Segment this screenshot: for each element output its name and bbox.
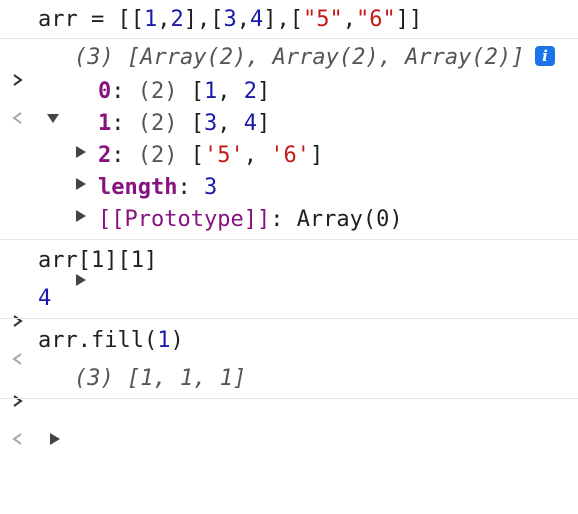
code-text: ],[ bbox=[263, 7, 303, 32]
comma: , bbox=[243, 143, 271, 168]
length-text: length: 3 bbox=[98, 175, 218, 200]
triangle-right-icon[interactable] bbox=[74, 77, 88, 158]
property-key: 2 bbox=[98, 143, 112, 168]
info-icon[interactable]: i bbox=[535, 46, 555, 66]
code-text: ) bbox=[170, 328, 184, 353]
number-literal: 1 bbox=[157, 328, 171, 353]
length-property: length: 3 bbox=[0, 173, 578, 203]
bracket: ] bbox=[257, 79, 271, 104]
property-key: length bbox=[98, 175, 178, 200]
string-value: '5' bbox=[204, 143, 244, 168]
entry-text: 0: (2) [1, 2] bbox=[98, 79, 271, 104]
string-literal: "5" bbox=[302, 7, 343, 32]
bracket: [ bbox=[190, 79, 204, 104]
code-text: , bbox=[236, 7, 250, 32]
array-summary[interactable]: (3) [Array(2), Array(2), Array(2)] bbox=[74, 43, 524, 73]
number-literal: 1 bbox=[143, 7, 158, 32]
number-value: 4 bbox=[243, 111, 257, 136]
comma: , bbox=[217, 79, 244, 104]
console-input-row[interactable]: arr[1][1] bbox=[0, 246, 578, 327]
array-length: (2) bbox=[137, 79, 178, 104]
string-value: '6' bbox=[270, 143, 310, 168]
number-literal: 4 bbox=[249, 7, 264, 32]
triangle-down-icon[interactable] bbox=[46, 43, 60, 123]
chevron-left-icon bbox=[10, 284, 26, 365]
chevron-right-icon bbox=[10, 326, 26, 407]
array-length: (2) bbox=[137, 111, 178, 136]
prototype-value: Array(0) bbox=[296, 207, 403, 232]
triangle-right-icon[interactable] bbox=[74, 109, 88, 190]
chevron-right-icon bbox=[10, 5, 26, 86]
triangle-right-icon[interactable] bbox=[48, 364, 62, 445]
console-output-row[interactable]: (3) [1, 1, 1] bbox=[0, 364, 578, 445]
code-text: ]] bbox=[395, 7, 423, 32]
chevron-left-icon bbox=[10, 364, 26, 445]
array-summary[interactable]: (3) [1, 1, 1] bbox=[74, 364, 246, 394]
number-value: 2 bbox=[243, 79, 257, 104]
console-output-row[interactable]: (3) [Array(2), Array(2), Array(2)] bbox=[0, 43, 578, 124]
code-text: ],[ bbox=[183, 7, 224, 32]
input-code: arr[1][1] bbox=[38, 248, 158, 273]
divider bbox=[0, 239, 578, 240]
number-value: 1 bbox=[204, 79, 218, 104]
code-text: arr.fill( bbox=[38, 328, 158, 353]
console-input-row[interactable]: arr = [[1,2],[3,4],["5","6"]] bbox=[0, 5, 578, 86]
result-value: 4 bbox=[38, 286, 52, 311]
property-key: 0 bbox=[98, 79, 112, 104]
triangle-right-icon[interactable] bbox=[74, 205, 88, 286]
divider bbox=[0, 398, 578, 399]
devtools-console: arr = [[1,2],[3,4],["5","6"]] (3) [Array… bbox=[0, 0, 578, 445]
string-literal: "6" bbox=[355, 7, 396, 32]
prototype-entry[interactable]: [[Prototype]]: Array(0) bbox=[0, 205, 578, 286]
divider bbox=[0, 318, 578, 319]
number-value: 3 bbox=[203, 175, 218, 200]
array-length: (2) bbox=[137, 143, 178, 168]
chevron-left-icon bbox=[10, 43, 26, 124]
divider bbox=[0, 38, 578, 39]
bracket: [ bbox=[190, 111, 204, 136]
chevron-right-icon bbox=[10, 246, 26, 327]
comma: , bbox=[217, 111, 244, 136]
triangle-right-icon[interactable] bbox=[74, 141, 88, 222]
console-output-row[interactable]: 4 bbox=[0, 284, 578, 365]
input-code: arr.fill(1) bbox=[38, 326, 184, 356]
code-text: , bbox=[342, 7, 356, 32]
input-code: arr = [[1,2],[3,4],["5","6"]] bbox=[38, 5, 422, 35]
number-literal: 3 bbox=[223, 7, 237, 32]
number-value: 3 bbox=[204, 111, 218, 136]
bracket: [ bbox=[190, 143, 204, 168]
entry-text: 1: (2) [3, 4] bbox=[98, 111, 271, 136]
array-entry-0[interactable]: 0: (2) [1, 2] bbox=[0, 77, 578, 158]
bracket: ] bbox=[257, 111, 271, 136]
array-entry-2[interactable]: 2: (2) ['5', '6'] bbox=[0, 141, 578, 222]
entry-text: 2: (2) ['5', '6'] bbox=[98, 143, 324, 168]
bracket: ] bbox=[310, 143, 324, 168]
console-input-row[interactable]: arr.fill(1) bbox=[0, 326, 578, 407]
code-text: arr = [[ bbox=[38, 7, 144, 32]
code-text: , bbox=[157, 7, 171, 32]
property-key: [[Prototype]] bbox=[98, 207, 271, 232]
property-key: 1 bbox=[98, 111, 112, 136]
array-entry-1[interactable]: 1: (2) [3, 4] bbox=[0, 109, 578, 190]
prototype-text: [[Prototype]]: Array(0) bbox=[98, 207, 403, 232]
number-literal: 2 bbox=[170, 7, 184, 32]
